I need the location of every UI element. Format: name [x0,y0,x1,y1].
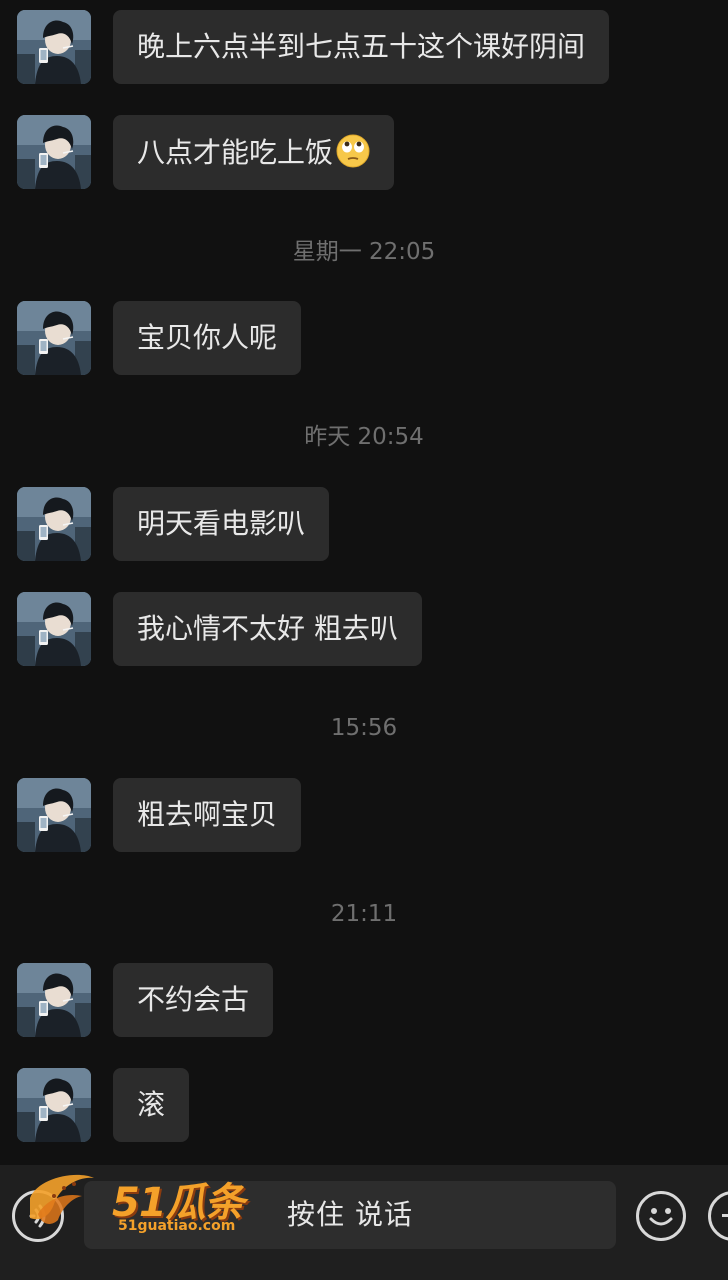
message-row: 明天看电影叭 [17,487,330,561]
message-text: 滚 [137,1088,166,1121]
message-text: 晚上六点半到七点五十这个课好阴间 [137,30,586,63]
message-row: 粗去啊宝贝 [17,778,302,852]
avatar[interactable] [17,487,91,561]
avatar-image [17,115,91,189]
message-bubble[interactable]: 滚 [113,1068,190,1142]
timestamp: 15:56 [330,715,398,741]
message-text: 不约会古 [137,983,250,1016]
message-bubble[interactable]: 我心情不太好 粗去叭 [113,592,422,666]
avatar[interactable] [17,115,91,189]
message-text: 宝贝你人呢 [137,321,278,354]
chat-history[interactable]: 晚上六点半到七点五十这个课好阴间 八点才能吃上饭 星期一 22:05 宝贝你人呢… [0,0,728,1165]
message-text: 粗去啊宝贝 [137,798,278,831]
message-row: 晚上六点半到七点五十这个课好阴间 [17,10,610,84]
message-row: 我心情不太好 粗去叭 [17,592,422,666]
avatar-image [17,778,91,852]
message-bubble[interactable]: 不约会古 [113,963,274,1037]
message-row: 不约会古 [17,963,274,1037]
message-bubble[interactable]: 粗去啊宝贝 [113,778,302,852]
avatar[interactable] [17,963,91,1037]
message-text: 明天看电影叭 [137,507,306,540]
avatar[interactable] [17,10,91,84]
message-bubble[interactable]: 明天看电影叭 [113,487,330,561]
watermark-melon-icon [30,1174,94,1224]
message-text: 我心情不太好 粗去叭 [137,612,398,645]
avatar-image [17,963,91,1037]
message-bubble[interactable]: 八点才能吃上饭 [113,115,395,190]
avatar[interactable] [17,778,91,852]
message-bubble[interactable]: 宝贝你人呢 [113,301,302,375]
message-row: 滚 [17,1068,190,1142]
message-text: 八点才能吃上饭 [137,136,334,169]
smile-face-icon [649,1208,673,1226]
message-bubble[interactable]: 晚上六点半到七点五十这个课好阴间 [113,10,610,84]
avatar-image [17,301,91,375]
timestamp: 星期一 22:05 [292,239,436,265]
message-row: 宝贝你人呢 [17,301,302,375]
avatar-image [17,592,91,666]
emoji-icon[interactable] [636,1191,686,1241]
avatar[interactable] [17,592,91,666]
avatar-image [17,1068,91,1142]
avatar-image [17,487,91,561]
avatar-image [17,10,91,84]
watermark-url: 51guatiao.com [118,1218,236,1234]
watermark-logo: 51瓜条 51guatiao.com [24,1168,254,1244]
timestamp: 21:11 [330,901,398,927]
message-row: 八点才能吃上饭 [17,115,395,190]
avatar[interactable] [17,1068,91,1142]
face-with-rolling-eyes-icon [336,134,370,168]
timestamp: 昨天 20:54 [304,424,424,450]
avatar[interactable] [17,301,91,375]
